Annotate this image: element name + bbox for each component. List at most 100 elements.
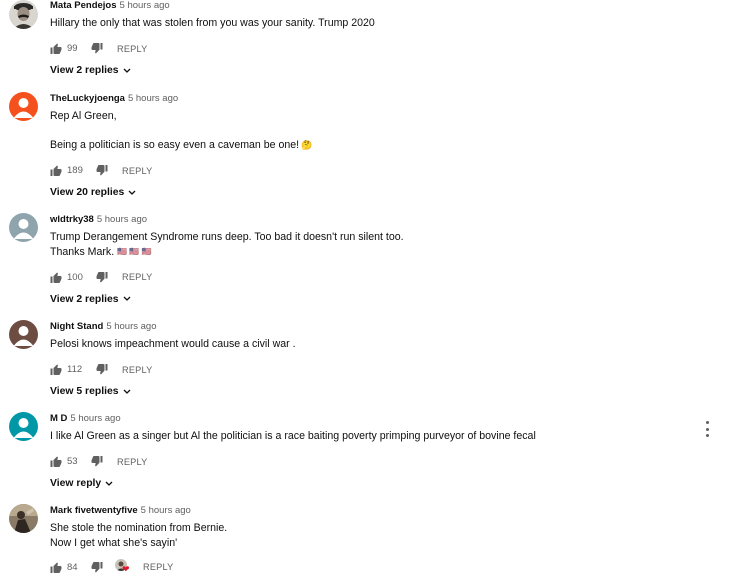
comment-header: TheLuckyjoenga 5 hours ago xyxy=(50,92,695,105)
comment-time[interactable]: 5 hours ago xyxy=(97,214,147,225)
like-count: 189 xyxy=(67,165,83,176)
comment-text-segment: Being a politician is so easy even a cav… xyxy=(50,139,300,151)
thumbs-down-icon[interactable] xyxy=(96,271,108,283)
view-replies-button[interactable]: View 5 replies xyxy=(50,384,131,400)
teal-default-avatar-icon[interactable] xyxy=(9,412,38,441)
reply-button[interactable]: REPLY xyxy=(122,166,152,176)
kebab-dot xyxy=(705,421,709,424)
comment-text-segment: Thanks Mark. xyxy=(50,245,115,258)
comment-text-line: Now I get what she's sayin' xyxy=(50,536,178,549)
view-replies-button[interactable]: View 2 replies xyxy=(50,291,131,307)
thumbs-down-icon[interactable] xyxy=(91,561,103,573)
thumbs-down-icon[interactable] xyxy=(91,456,103,467)
creator-heart-badge: ❤ xyxy=(115,559,131,575)
mustached-man-avatar-icon[interactable] xyxy=(9,0,38,29)
comment-header: Mark fivetwentyfive 5 hours ago xyxy=(50,504,695,517)
comment-header: Mata Pendejos 5 hours ago xyxy=(50,0,695,12)
comment-actions: 84 ❤ REPLY xyxy=(50,558,695,576)
heart-icon: ❤ xyxy=(122,564,130,574)
comment-time[interactable]: 5 hours ago xyxy=(128,93,178,104)
comment-text-line: Rep Al Green, xyxy=(50,110,117,122)
us-flag-emojis: 🇺🇸 🇺🇸 🇺🇸 xyxy=(117,246,152,256)
kebab-dot xyxy=(705,427,709,431)
comment-time[interactable]: 5 hours ago xyxy=(70,413,120,424)
view-replies-button[interactable]: View 2 replies xyxy=(50,63,131,79)
comment-text-blank-line xyxy=(50,124,695,139)
more-actions-icon[interactable] xyxy=(705,421,709,437)
comment-time[interactable]: 5 hours ago xyxy=(106,321,156,332)
reply-button[interactable]: REPLY xyxy=(143,562,173,572)
comment-header: M D5 hours ago xyxy=(50,412,695,425)
comment-text-line: Hillary the only that was stolen from yo… xyxy=(50,17,375,29)
comment-header: Night Stand 5 hours ago xyxy=(50,320,695,333)
reply-button[interactable]: REPLY xyxy=(117,457,147,467)
gray-default-avatar-icon[interactable] xyxy=(9,213,38,242)
thumbs-up-icon[interactable] xyxy=(50,456,62,467)
view-replies-button[interactable]: View reply xyxy=(50,476,113,492)
comment-author[interactable]: Mark fivetwentyfive xyxy=(50,505,138,516)
comment-time[interactable]: 5 hours ago xyxy=(141,505,191,516)
comment-time[interactable]: 5 hours ago xyxy=(120,0,170,11)
chevron-down-icon xyxy=(123,68,131,73)
chevron-down-icon xyxy=(123,296,131,301)
reply-button[interactable]: REPLY xyxy=(122,272,152,282)
view-replies-label: View 2 replies xyxy=(50,293,119,305)
comment-text-line: Trump Derangement Syndrome runs deep. To… xyxy=(50,231,404,243)
comment-text: Hillary the only that was stolen from yo… xyxy=(50,16,695,31)
comment-text-line: I like Al Green as a singer but Al the p… xyxy=(50,430,536,442)
like-count: 99 xyxy=(67,43,78,54)
comment-text-line: Pelosi knows impeachment would cause a c… xyxy=(50,338,296,350)
comment-actions: 112 REPLY xyxy=(50,361,695,379)
comment-body: TheLuckyjoenga 5 hours ago Rep Al Green, … xyxy=(50,92,695,201)
thumbs-down-icon[interactable] xyxy=(91,43,103,54)
comment-text: She stole the nomination from Bernie. No… xyxy=(50,521,695,550)
photo-avatar-icon[interactable] xyxy=(9,504,38,533)
comment-text-line: Being a politician is so easy even a cav… xyxy=(50,138,695,153)
comment-actions: 100 REPLY xyxy=(50,268,695,286)
comment-text-line: Thanks Mark. 🇺🇸 🇺🇸 🇺🇸 xyxy=(50,245,695,260)
comment-body: Mark fivetwentyfive 5 hours ago She stole… xyxy=(50,504,695,576)
like-count: 84 xyxy=(67,561,78,573)
comment-body: M D5 hours ago I like Al Green as a sing… xyxy=(50,412,695,492)
brown-default-avatar-icon[interactable] xyxy=(9,320,38,349)
comment-author[interactable]: wldtrky38 xyxy=(50,214,94,225)
chevron-down-icon xyxy=(128,190,136,195)
comments-section: Mata Pendejos 5 hours ago Hillary the onl… xyxy=(0,0,735,577)
like-count: 100 xyxy=(67,271,83,283)
view-replies-label: View 20 replies xyxy=(50,187,125,198)
thumbs-up-icon[interactable] xyxy=(50,272,62,283)
like-count: 112 xyxy=(67,364,83,375)
thumbs-down-icon[interactable] xyxy=(96,165,108,176)
view-replies-label: View 5 replies xyxy=(50,386,119,397)
view-replies-label: View reply xyxy=(50,478,102,489)
thumbs-up-icon[interactable] xyxy=(50,43,62,54)
thinking-face-emoji: 🤔 xyxy=(301,140,313,150)
reply-button[interactable]: REPLY xyxy=(122,365,152,375)
comment-text: Trump Derangement Syndrome runs deep. To… xyxy=(50,230,695,259)
comment-author[interactable]: TheLuckyjoenga xyxy=(50,93,125,104)
comment-text: I like Al Green as a singer but Al the p… xyxy=(50,429,695,444)
thumbs-up-icon[interactable] xyxy=(50,165,62,176)
comment-actions: 53 REPLY xyxy=(50,453,695,471)
orange-default-avatar-icon[interactable] xyxy=(9,92,38,121)
thumbs-up-icon[interactable] xyxy=(50,562,62,573)
reply-button[interactable]: REPLY xyxy=(117,44,147,54)
comment-text-line: She stole the nomination from Bernie. xyxy=(50,522,228,534)
comment-author[interactable]: M D xyxy=(50,413,67,424)
thumbs-up-icon[interactable] xyxy=(50,364,62,375)
comment-author[interactable]: Mata Pendejos xyxy=(50,0,117,11)
comment-actions: 99 REPLY xyxy=(50,40,695,58)
comment-header: wldtrky38 5 hours ago xyxy=(50,213,695,226)
like-count: 53 xyxy=(67,456,78,467)
comment-author[interactable]: Night Stand xyxy=(50,321,103,332)
comment-actions: 189 REPLY xyxy=(50,162,695,180)
comment-body: Night Stand 5 hours ago Pelosi knows impe… xyxy=(50,320,695,400)
view-replies-label: View 2 replies xyxy=(50,65,119,76)
comment-text: Rep Al Green, Being a politician is so e… xyxy=(50,109,695,153)
view-replies-button[interactable]: View 20 replies xyxy=(50,185,136,201)
comment-body: wldtrky38 5 hours ago Trump Derangement S… xyxy=(50,213,695,307)
thumbs-down-icon[interactable] xyxy=(96,364,108,375)
chevron-down-icon xyxy=(123,389,131,394)
kebab-dot xyxy=(705,434,709,437)
comment-text: Pelosi knows impeachment would cause a c… xyxy=(50,337,695,352)
